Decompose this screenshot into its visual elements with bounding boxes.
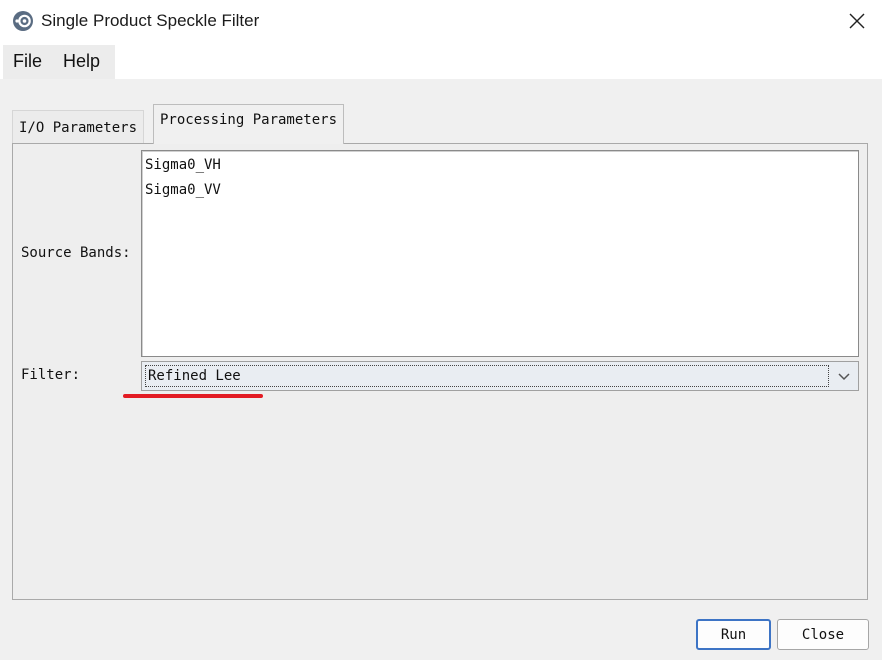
filter-selected-value: Refined Lee xyxy=(145,365,829,387)
chevron-down-icon[interactable] xyxy=(831,363,857,389)
source-bands-label: Source Bands: xyxy=(21,245,131,261)
run-button[interactable]: Run xyxy=(696,619,771,650)
list-item-sigma0-vh[interactable]: Sigma0_VH xyxy=(145,157,221,173)
source-bands-list[interactable]: Sigma0_VH Sigma0_VV xyxy=(141,150,859,357)
title-bar: Single Product Speckle Filter xyxy=(0,0,882,42)
close-icon xyxy=(849,13,865,29)
tab-processing-parameters[interactable]: Processing Parameters xyxy=(153,104,345,144)
list-item-sigma0-vv[interactable]: Sigma0_VV xyxy=(145,182,221,198)
filter-label: Filter: xyxy=(21,367,81,383)
snap-app-icon xyxy=(13,11,33,31)
menu-bar: File Help xyxy=(0,42,882,79)
window-close-button[interactable] xyxy=(842,6,872,36)
menu-file[interactable]: File xyxy=(13,50,42,72)
window-title: Single Product Speckle Filter xyxy=(41,11,260,30)
filter-select[interactable]: Refined Lee xyxy=(141,361,859,391)
tab-io-parameters[interactable]: I/O Parameters xyxy=(12,110,145,143)
menu-help[interactable]: Help xyxy=(63,50,100,72)
highlight-underline xyxy=(123,394,263,398)
close-button[interactable]: Close xyxy=(777,619,869,650)
